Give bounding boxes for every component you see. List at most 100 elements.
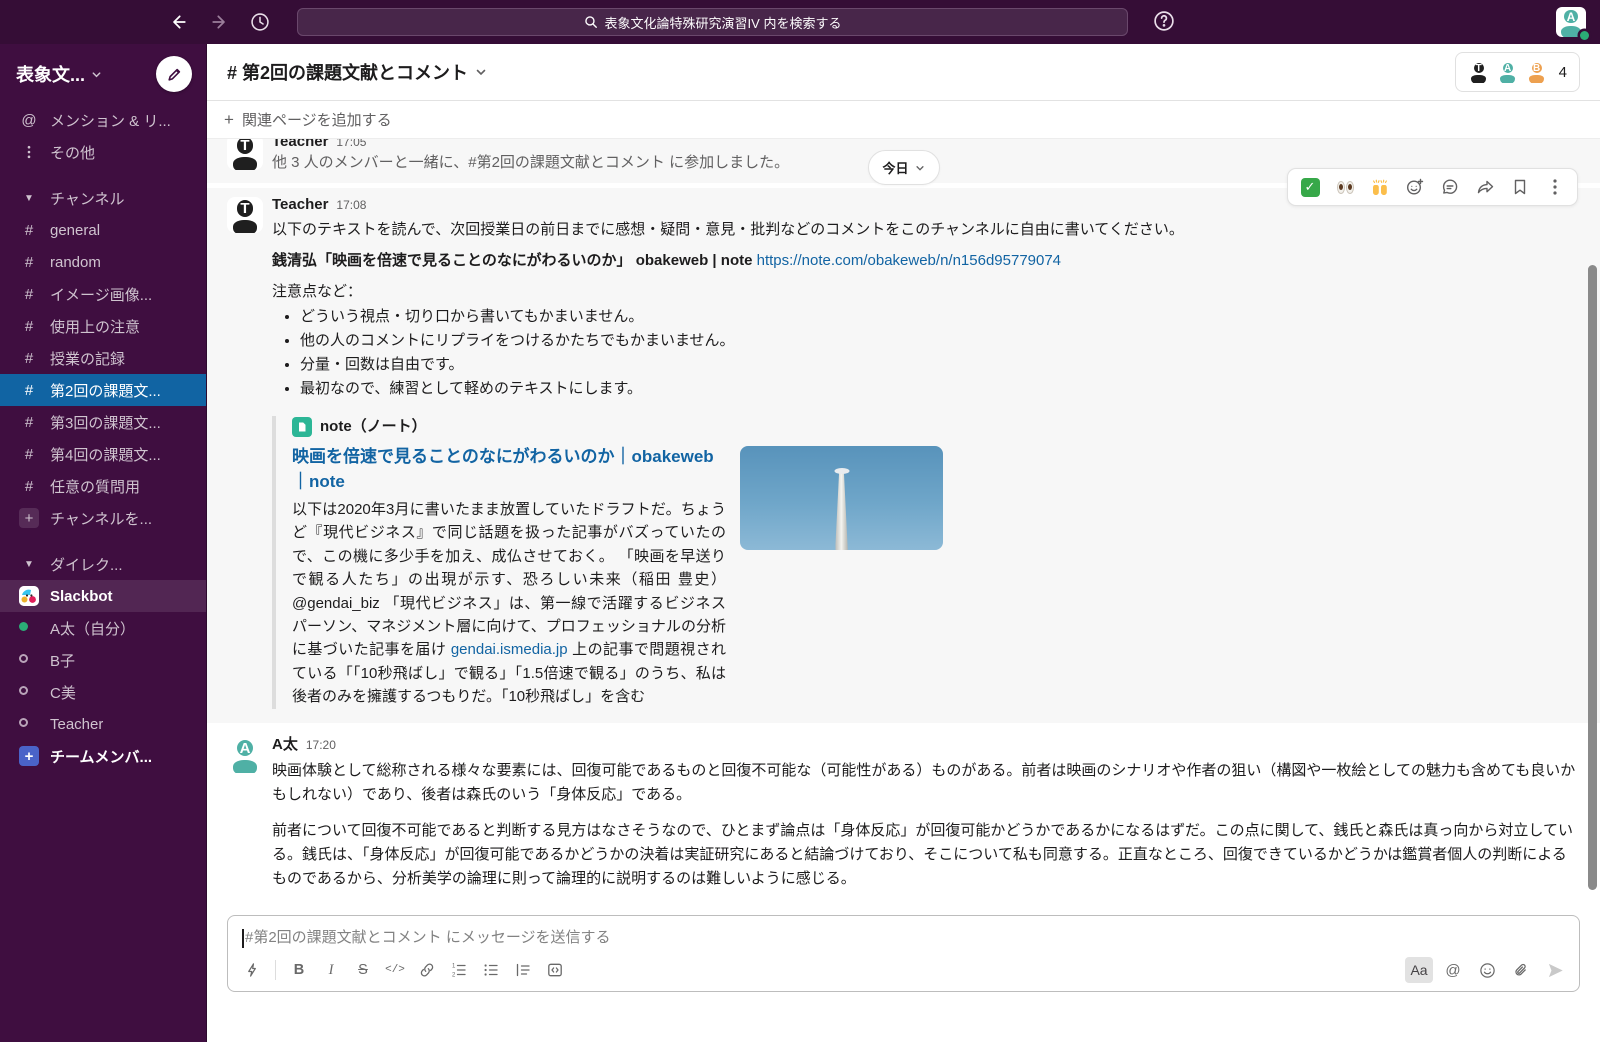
sidebar-item-more[interactable]: その他: [0, 136, 206, 168]
message-ata: A A太 17:20 映画体験として総称される様々な要素には、回復可能であるもの…: [207, 723, 1600, 900]
message-list: 今日 ✓: [207, 139, 1600, 915]
composer-area: B I S </> 12: [207, 915, 1600, 992]
sidebar-channel-session4[interactable]: # 第4回の課題文...: [0, 438, 206, 470]
code-icon[interactable]: </>: [381, 957, 409, 983]
sidebar-channel-general[interactable]: # general: [0, 214, 206, 246]
top-bar: 表象文化論特殊研究演習IV 内を検索する A: [0, 0, 1600, 44]
blockquote-icon[interactable]: [509, 957, 537, 983]
show-formatting-button[interactable]: Aa: [1405, 957, 1433, 983]
dm-cmi[interactable]: C C美: [0, 676, 206, 708]
sidebar-channel-questions[interactable]: # 任意の質問用: [0, 470, 206, 502]
reaction-raised-hands[interactable]: [1365, 174, 1395, 200]
message-input[interactable]: [228, 916, 1579, 955]
gendai-link[interactable]: gendai.ismedia.jp: [451, 641, 568, 658]
save-bookmark-icon[interactable]: [1505, 174, 1535, 200]
presence-dot: [19, 718, 28, 727]
message-text: 以下のテキストを読んで、次回授業日の前日までに感想・疑問・意見・批判などのコメン…: [272, 219, 1580, 241]
bullet-item: どういう視点・切り口から書いてもかまいません。: [300, 305, 1580, 329]
hash-icon: #: [16, 350, 42, 367]
add-canvas-tab-button[interactable]: + 関連ページを追加する: [207, 101, 1600, 139]
eyes-emoji: [1337, 181, 1354, 194]
link-icon[interactable]: [413, 957, 441, 983]
send-button[interactable]: [1541, 957, 1569, 983]
link-preview-card: note（ノート） 映画を倍速で見ることのなにがわるいのか｜obakeweb｜n…: [272, 416, 1580, 709]
ordered-list-icon[interactable]: 12: [445, 957, 473, 983]
dm-slackbot[interactable]: Slackbot: [0, 580, 206, 612]
user-avatar[interactable]: A: [1556, 7, 1586, 37]
channel-header: # 第2回の課題文献とコメント T A B 4: [207, 44, 1600, 101]
emoji-icon[interactable]: [1473, 957, 1501, 983]
help-icon[interactable]: [1152, 9, 1178, 35]
presence-dot: [1580, 31, 1589, 40]
add-channel-button[interactable]: + チャンネルを...: [0, 502, 206, 534]
more-actions-icon[interactable]: [1540, 174, 1570, 200]
teacher-avatar[interactable]: T: [227, 197, 263, 233]
dm-bko[interactable]: B B子: [0, 644, 206, 676]
message-composer: B I S </> 12: [227, 915, 1580, 992]
mention-icon[interactable]: @: [1439, 957, 1467, 983]
hash-icon: #: [16, 382, 42, 399]
sidebar-channel-random[interactable]: # random: [0, 246, 206, 278]
note-service-icon: [292, 417, 312, 437]
reaction-white-check-mark[interactable]: ✓: [1295, 174, 1325, 200]
channel-title: # 第2回の課題文献とコメント: [227, 59, 468, 85]
attach-file-icon[interactable]: [1507, 957, 1535, 983]
new-message-button[interactable]: [156, 56, 192, 92]
member-avatar-ata: A: [1497, 61, 1519, 83]
message-teacher: T Teacher 17:08 以下のテキストを読んで、次回授業日の前日までに感…: [207, 188, 1600, 723]
bulleted-list-icon[interactable]: [477, 957, 505, 983]
slackbot-avatar: [19, 586, 39, 606]
reply-thread-icon[interactable]: [1435, 174, 1465, 200]
sidebar-channel-session2-selected[interactable]: # 第2回の課題文...: [0, 374, 206, 406]
forward-message-icon[interactable]: [1470, 174, 1500, 200]
sidebar-channel-session3[interactable]: # 第3回の課題文...: [0, 406, 206, 438]
sender-name[interactable]: A太: [272, 735, 298, 755]
sidebar-item-mentions[interactable]: @ メンション & リ...: [0, 104, 206, 136]
workspace-name[interactable]: 表象文...: [16, 61, 85, 87]
message-actions-toolbar: ✓: [1287, 168, 1578, 206]
teacher-avatar[interactable]: T: [227, 139, 263, 170]
kebab-icon: [16, 145, 42, 159]
history-clock-icon[interactable]: [248, 10, 272, 34]
ata-avatar[interactable]: A: [227, 737, 263, 773]
history-back-icon[interactable]: [166, 10, 190, 34]
search-icon: [584, 15, 598, 29]
preview-thumbnail-image[interactable]: [740, 446, 943, 550]
add-teammates-button[interactable]: + チームメンバ...: [0, 740, 206, 772]
code-block-icon[interactable]: [541, 957, 569, 983]
member-avatar-bko: B: [1526, 61, 1548, 83]
add-reaction-icon[interactable]: [1400, 174, 1430, 200]
search-input[interactable]: 表象文化論特殊研究演習IV 内を検索する: [297, 8, 1128, 36]
sender-name[interactable]: Teacher: [272, 139, 328, 152]
preview-title-link[interactable]: 映画を倍速で見ることのなにがわるいのか｜obakeweb｜note: [292, 444, 726, 494]
sidebar-channel-usage-notes[interactable]: # 使用上の注意: [0, 310, 206, 342]
reference-url-link[interactable]: https://note.com/obakeweb/n/n156d9577907…: [757, 252, 1061, 269]
chevron-down-icon[interactable]: [91, 69, 102, 80]
presence-dot: [19, 654, 28, 663]
channels-section-header[interactable]: ▼ チャンネル: [0, 182, 206, 214]
timestamp[interactable]: 17:08: [336, 195, 366, 215]
history-forward-icon[interactable]: [208, 10, 232, 34]
channel-members-button[interactable]: T A B 4: [1455, 52, 1580, 92]
timestamp[interactable]: 17:05: [336, 139, 366, 152]
formatting-toolbar: B I S </> 12: [228, 955, 1579, 991]
timestamp[interactable]: 17:20: [306, 735, 336, 755]
dm-section-header[interactable]: ▼ ダイレク...: [0, 548, 206, 580]
strikethrough-icon[interactable]: S: [349, 957, 377, 983]
sidebar-channel-class-records[interactable]: # 授業の記録: [0, 342, 206, 374]
date-divider-pill[interactable]: 今日: [867, 150, 939, 185]
caret-down-icon: ▼: [16, 193, 42, 204]
channel-title-button[interactable]: # 第2回の課題文献とコメント: [227, 59, 487, 85]
slack-app: 表象文化論特殊研究演習IV 内を検索する A 表象文... @ メンション &: [0, 0, 1600, 1042]
bold-icon[interactable]: B: [285, 957, 313, 983]
dm-ata-self[interactable]: A A太（自分）: [0, 612, 206, 644]
shortcuts-lightning-icon[interactable]: [238, 957, 266, 983]
reaction-eyes[interactable]: [1330, 174, 1360, 200]
italic-icon[interactable]: I: [317, 957, 345, 983]
bullet-item: 最初なので、練習として軽めのテキストにします。: [300, 377, 1580, 401]
sidebar-channel-images[interactable]: # イメージ画像...: [0, 278, 206, 310]
caret-down-icon: ▼: [16, 559, 42, 570]
dm-teacher[interactable]: T Teacher: [0, 708, 206, 740]
scrollbar-thumb[interactable]: [1588, 265, 1597, 890]
sender-name[interactable]: Teacher: [272, 195, 328, 215]
